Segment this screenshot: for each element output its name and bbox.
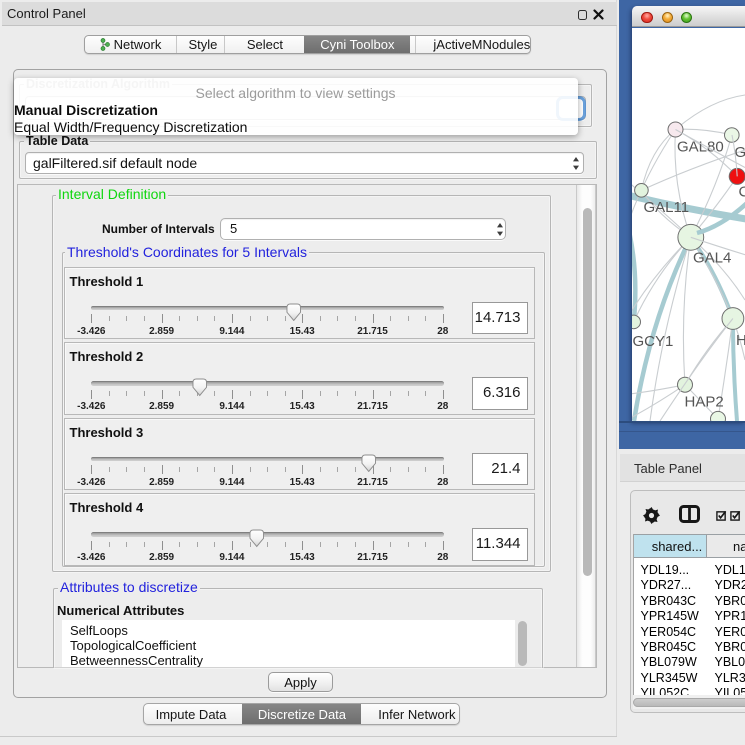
- svg-text:GCY1: GCY1: [633, 333, 674, 350]
- svg-text:HAP2: HAP2: [685, 394, 724, 411]
- svg-text:GAL11: GAL11: [644, 199, 690, 216]
- svg-text:H: H: [736, 332, 745, 349]
- svg-text:CR: CR: [739, 184, 745, 201]
- svg-text:GAL4: GAL4: [693, 250, 731, 267]
- svg-text:GAL80: GAL80: [677, 139, 724, 156]
